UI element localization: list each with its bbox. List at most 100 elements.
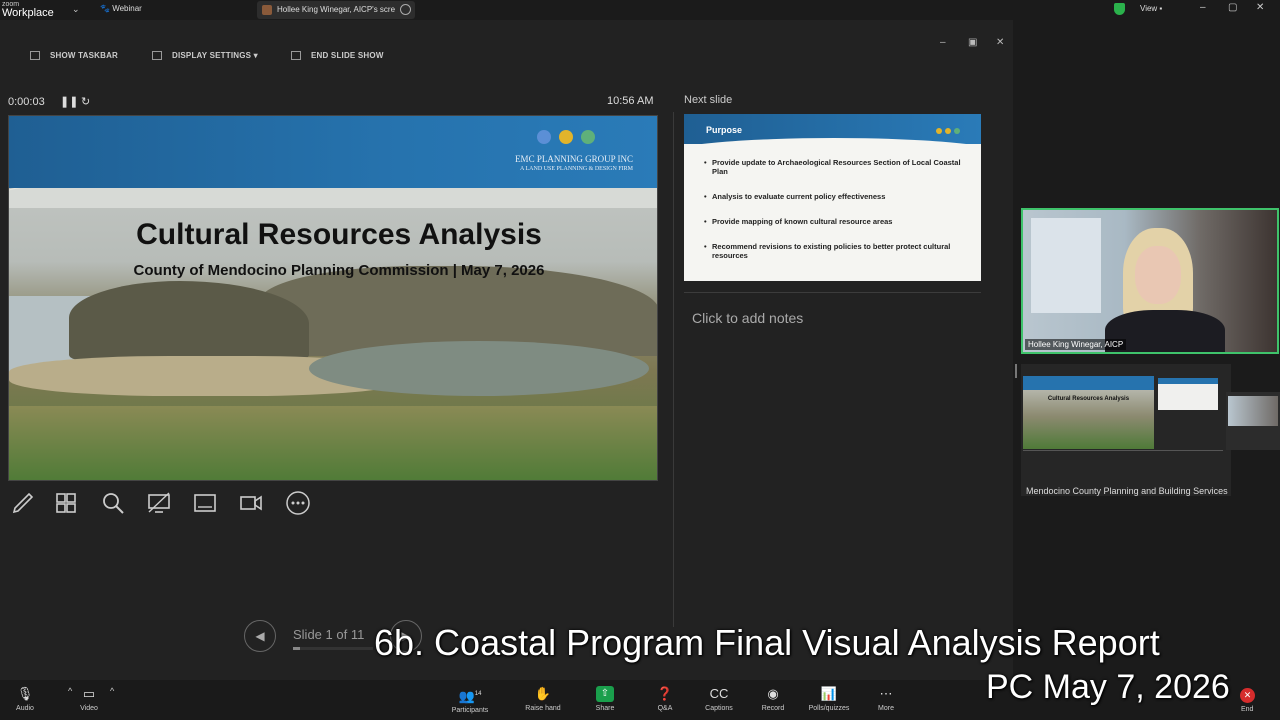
pen-icon[interactable] [10, 490, 36, 516]
display-settings-button[interactable]: DISPLAY SETTINGS ▾ [152, 51, 258, 61]
zoom-icon[interactable] [100, 490, 126, 516]
slide-title: Cultural Resources Analysis [136, 218, 542, 251]
share-screen-icon: ⇧ [596, 686, 614, 702]
video-button[interactable]: ▭ Video [76, 686, 102, 712]
presenter-minimize-icon[interactable]: – [940, 37, 946, 48]
participant-video[interactable]: Hollee King Winegar, AICP [1021, 208, 1279, 354]
camera-icon[interactable] [238, 490, 264, 516]
qa-icon: ❓ [656, 686, 674, 701]
raise-hand-button[interactable]: ✋ Raise hand [522, 686, 564, 712]
reset-timer-icon[interactable]: ↻ [81, 95, 90, 108]
share-owner-name: Mendocino County Planning and Building S… [1026, 486, 1228, 496]
zoom-brand[interactable]: zoom Workplace [2, 0, 54, 19]
app-icon [262, 5, 272, 15]
next-slide-preview[interactable]: Purpose Provide update to Archaeological… [684, 114, 981, 281]
polls-button[interactable]: 📊 Polls/quizzes [804, 686, 854, 712]
share-thumbnail-video [1228, 396, 1278, 426]
notes-divider [684, 292, 981, 293]
subtitles-icon[interactable] [192, 490, 218, 516]
zoom-top-bar: zoom Workplace ⌄ 🐾 Webinar Hollee King W… [0, 0, 1280, 20]
close-window-icon[interactable]: ✕ [1256, 2, 1264, 13]
video-camera-icon: ▭ [82, 686, 96, 701]
taskbar-icon [30, 51, 40, 61]
logo-dot [936, 128, 942, 134]
pane-divider[interactable] [673, 112, 674, 627]
share-thumbnail-slide: Cultural Resources Analysis [1023, 376, 1154, 449]
slide-logo-dots [537, 130, 603, 149]
presenter-toolbar: SHOW TASKBAR DISPLAY SETTINGS ▾ END SLID… [0, 46, 1013, 66]
participants-icon: 👥14 [458, 688, 482, 704]
chevron-left-icon: ◀ [255, 629, 265, 643]
slide-subtitle: County of Mendocino Planning Commission … [133, 262, 545, 279]
minimize-window-icon[interactable]: – [1200, 2, 1206, 13]
shield-icon[interactable] [1114, 3, 1125, 15]
audio-button[interactable]: 🎙 Audio [12, 686, 38, 712]
next-slide-bullet: Provide update to Archaeological Resourc… [704, 158, 966, 176]
video-options-chevron-icon[interactable]: ^ [110, 686, 114, 696]
slide-timer: 0:00:03 [8, 96, 45, 108]
share-indicator-label: Hollee King Winegar, AICP's scre [277, 5, 396, 14]
next-slide-bullets: Provide update to Archaeological Resourc… [704, 158, 966, 276]
video-caption-date: PC May 7, 2026 [986, 668, 1230, 706]
polls-icon: 📊 [820, 686, 838, 701]
slide-header-band [9, 116, 657, 188]
drag-handle[interactable] [1015, 364, 1017, 378]
end-button-label[interactable]: End [1241, 706, 1253, 713]
black-screen-icon[interactable] [146, 490, 172, 516]
view-button[interactable]: View ▪ [1140, 4, 1162, 13]
pause-icon[interactable]: ❚❚ [60, 95, 78, 108]
next-slide-label: Next slide [684, 94, 733, 106]
current-slide[interactable]: EMC PLANNING GROUP INC A LAND USE PLANNI… [8, 115, 658, 481]
slide-progress-bar [293, 647, 373, 650]
share-thumbnail[interactable]: Cultural Resources Analysis [1021, 364, 1231, 496]
participant-name: Hollee King Winegar, AICP [1025, 339, 1127, 350]
slide-counter[interactable]: Slide 1 of 11 [293, 627, 364, 642]
next-slide-logo-dots [936, 121, 963, 139]
share-thumbnail-secondary[interactable] [1226, 392, 1280, 450]
presenter-close-icon[interactable]: ✕ [996, 37, 1004, 48]
more-button[interactable]: ⋯ More [874, 686, 898, 712]
more-options-icon[interactable] [285, 490, 311, 516]
chevron-down-icon[interactable]: ⌄ [72, 4, 80, 15]
captions-button[interactable]: CC Captions [702, 686, 736, 712]
qa-button[interactable]: ❓ Q&A [652, 686, 678, 712]
monitor-icon [152, 51, 162, 61]
zoom-window: zoom Workplace ⌄ 🐾 Webinar Hollee King W… [0, 0, 1280, 720]
logo-dot [945, 128, 951, 134]
audio-options-chevron-icon[interactable]: ^ [68, 686, 72, 696]
microphone-icon: 🎙 [16, 686, 34, 701]
record-button[interactable]: ◉ Record [758, 686, 788, 712]
logo-dot [537, 130, 551, 144]
slide-photo-lagoon [309, 341, 649, 396]
end-icon[interactable]: ✕ [1240, 688, 1255, 703]
next-slide-bullet: Analysis to evaluate current policy effe… [704, 192, 966, 201]
notes-field[interactable]: Click to add notes [692, 310, 803, 326]
maximize-window-icon[interactable]: ▢ [1228, 2, 1237, 13]
slide-progress-fill [293, 647, 301, 650]
end-slide-show-button[interactable]: END SLIDE SHOW [291, 51, 384, 61]
video-caption-title: 6b. Coastal Program Final Visual Analysi… [374, 622, 1160, 663]
next-slide-bullet: Provide mapping of known cultural resour… [704, 217, 966, 226]
minimize-share-icon[interactable] [400, 4, 411, 15]
next-slide-title: Purpose [706, 125, 743, 135]
logo-dot [559, 130, 573, 144]
captions-icon: CC [709, 686, 729, 701]
see-all-slides-icon[interactable] [53, 490, 79, 516]
participants-button[interactable]: 👥14 Participants [448, 686, 492, 714]
webinar-label: 🐾 Webinar [100, 4, 142, 13]
video-window-bg [1031, 218, 1101, 313]
share-button[interactable]: ⇧ Share [592, 686, 618, 712]
slide-logo: EMC PLANNING GROUP INC A LAND USE PLANNI… [515, 154, 633, 172]
presenter-restore-icon[interactable]: ▣ [968, 37, 977, 48]
record-icon: ◉ [767, 686, 779, 701]
next-slide-bullet: Recommend revisions to existing policies… [704, 242, 966, 260]
presenter-view: SHOW TASKBAR DISPLAY SETTINGS ▾ END SLID… [0, 20, 1013, 680]
share-thumbnail-divider [1023, 450, 1223, 451]
hand-icon: ✋ [534, 686, 552, 701]
slide-photo-grass [9, 406, 657, 480]
logo-dot [954, 128, 960, 134]
show-taskbar-button[interactable]: SHOW TASKBAR [30, 51, 118, 61]
share-indicator[interactable]: Hollee King Winegar, AICP's scre [257, 1, 415, 19]
previous-slide-button[interactable]: ◀ [244, 620, 276, 652]
video-person-face [1135, 246, 1181, 304]
